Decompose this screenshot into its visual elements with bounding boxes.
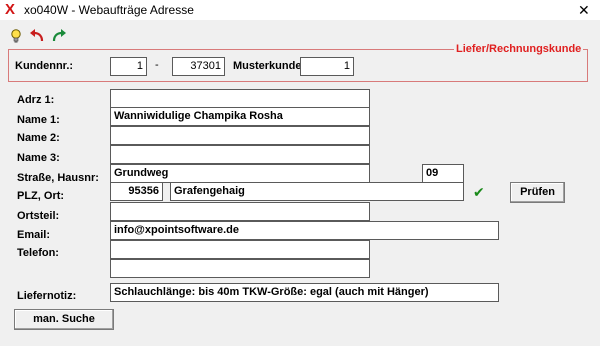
liefernotiz-label: Liefernotiz: — [17, 290, 77, 302]
ort-field[interactable]: Grafengehaig — [170, 182, 464, 201]
musterkunde-label: Musterkunde: — [233, 60, 306, 72]
email-field[interactable]: info@xpointsoftware.de — [110, 221, 499, 240]
name1-field[interactable]: Wanniwidulige Champika Rosha — [110, 107, 370, 126]
kundennr-separator: - — [155, 59, 159, 71]
app-x-icon: X — [5, 1, 16, 18]
window-title: xo040W - Webaufträge Adresse — [24, 3, 194, 17]
liefernotiz-field[interactable]: Schlauchlänge: bis 40m TKW-Größe: egal (… — [110, 283, 499, 302]
telefon-field[interactable] — [110, 240, 370, 259]
redo-arrow-icon[interactable] — [51, 28, 67, 44]
ortsteil-field[interactable] — [110, 202, 370, 221]
strasse-label: Straße, Hausnr: — [17, 172, 99, 184]
kundennr-part2-field[interactable]: 37301 — [172, 57, 225, 76]
name2-field[interactable] — [110, 126, 370, 145]
telefon2-field[interactable] — [110, 259, 370, 278]
ortsteil-label: Ortsteil: — [17, 210, 60, 222]
check-icon: ✔ — [473, 184, 485, 200]
musterkunde-field[interactable]: 1 — [300, 57, 354, 76]
pruefen-button[interactable]: Prüfen — [510, 182, 565, 203]
lightbulb-icon[interactable] — [8, 28, 24, 44]
name3-field[interactable] — [110, 145, 370, 164]
man-suche-button[interactable]: man. Suche — [14, 309, 114, 330]
kundennr-part1-field[interactable]: 1 — [110, 57, 147, 76]
adrz1-label: Adrz 1: — [17, 94, 55, 106]
adrz1-field[interactable] — [110, 89, 370, 108]
kundennr-label: Kundennr.: — [15, 60, 74, 72]
close-icon[interactable]: ✕ — [578, 2, 590, 18]
hausnr-field[interactable]: 09 — [422, 164, 464, 183]
name2-label: Name 2: — [17, 132, 60, 144]
name3-label: Name 3: — [17, 152, 60, 164]
telefon-label: Telefon: — [17, 247, 59, 259]
undo-arrow-icon[interactable] — [29, 28, 45, 44]
plz-ort-label: PLZ, Ort: — [17, 190, 65, 202]
email-label: Email: — [17, 229, 51, 241]
name1-label: Name 1: — [17, 114, 60, 126]
plz-field[interactable]: 95356 — [110, 182, 163, 201]
strasse-field[interactable]: Grundweg — [110, 164, 370, 183]
group-legend: Liefer/Rechnungskunde — [454, 43, 584, 55]
